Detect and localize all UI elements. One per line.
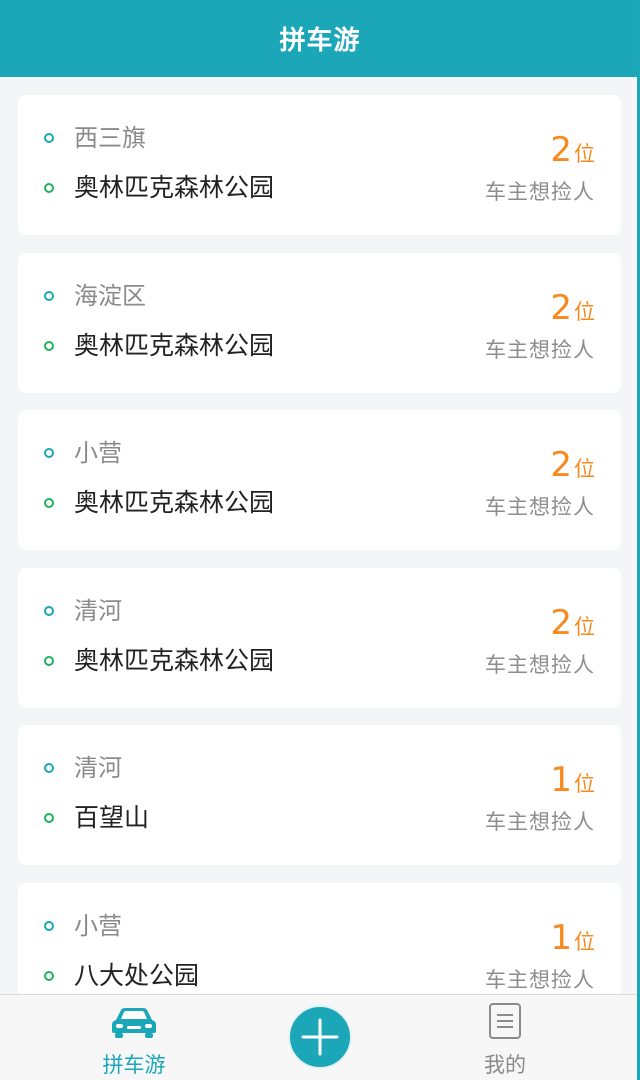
destination-row: 奥林匹克森林公园 — [44, 172, 274, 204]
seat-count: 1 位 — [550, 919, 595, 957]
origin-row: 西三旗 — [44, 123, 146, 153]
trip-note: 车主想捡人 — [485, 967, 595, 992]
tab-mine[interactable]: 我的 — [425, 995, 585, 1080]
trip-card[interactable]: 清河 奥林匹克森林公园 2 位 车主想捡人 — [18, 567, 621, 708]
destination-label: 奥林匹克森林公园 — [74, 330, 275, 360]
seat-count: 2 位 — [550, 131, 595, 169]
destination-row: 八大处公园 — [44, 960, 199, 992]
trip-card[interactable]: 小营 奥林匹克森林公园 2 位 车主想捡人 — [18, 410, 621, 550]
trip-note: 车主想捡人 — [485, 337, 595, 362]
seat-count: 2 位 — [550, 289, 595, 327]
seat-unit: 位 — [574, 929, 595, 954]
destination-label: 奥林匹克森林公园 — [74, 488, 275, 517]
destination-dot-icon — [44, 183, 54, 193]
seat-number: 2 — [550, 602, 572, 643]
destination-dot-icon — [44, 655, 54, 666]
destination-label: 奥林匹克森林公园 — [74, 645, 275, 675]
bottom-tab-bar: 拼车游 我的 — [0, 994, 640, 1080]
trip-note: 车主想捡人 — [485, 495, 595, 519]
trip-list[interactable]: 西三旗 奥林匹克森林公园 2 位 车主想捡人 海淀区 奥林匹克森林公园 2 位 … — [0, 77, 640, 994]
car-icon — [112, 1008, 156, 1038]
seat-count: 2 位 — [550, 604, 595, 642]
tab-carpool[interactable]: 拼车游 — [54, 995, 214, 1080]
document-icon — [489, 1003, 521, 1039]
seat-number: 2 — [550, 130, 572, 170]
trip-note: 车主想捡人 — [485, 652, 595, 677]
seat-count: 2 位 — [550, 446, 595, 484]
destination-dot-icon — [44, 970, 54, 981]
origin-label: 海淀区 — [74, 281, 146, 310]
origin-dot-icon — [44, 920, 54, 931]
origin-label: 西三旗 — [74, 124, 146, 152]
seat-unit: 位 — [574, 457, 595, 481]
origin-row: 小营 — [44, 438, 122, 468]
destination-label: 百望山 — [74, 803, 150, 832]
origin-label: 小营 — [74, 439, 122, 467]
page-title: 拼车游 — [279, 26, 361, 56]
origin-dot-icon — [44, 763, 54, 773]
tab-mine-label: 我的 — [484, 1053, 526, 1077]
destination-row: 奥林匹克森林公园 — [44, 645, 274, 677]
seat-unit: 位 — [574, 614, 595, 639]
destination-row: 奥林匹克森林公园 — [44, 487, 274, 519]
seat-number: 2 — [550, 445, 572, 485]
destination-label: 八大处公园 — [74, 960, 200, 990]
destination-row: 百望山 — [44, 802, 149, 834]
origin-dot-icon — [44, 290, 54, 301]
trip-note: 车主想捡人 — [485, 810, 595, 834]
origin-label: 清河 — [74, 596, 122, 625]
trip-note: 车主想捡人 — [485, 180, 595, 204]
destination-label: 奥林匹克森林公园 — [74, 173, 275, 202]
add-trip-button[interactable] — [288, 1005, 352, 1069]
seat-number: 1 — [550, 760, 572, 800]
origin-row: 小营 — [44, 911, 122, 941]
destination-dot-icon — [44, 498, 54, 508]
seat-number: 2 — [550, 287, 572, 328]
origin-label: 清河 — [74, 754, 122, 782]
destination-dot-icon — [44, 340, 54, 351]
trip-card[interactable]: 清河 百望山 1 位 车主想捡人 — [18, 725, 621, 865]
seat-unit: 位 — [574, 772, 595, 796]
seat-unit: 位 — [574, 142, 595, 166]
origin-dot-icon — [44, 605, 54, 616]
trip-card[interactable]: 海淀区 奥林匹克森林公园 2 位 车主想捡人 — [18, 252, 621, 393]
origin-dot-icon — [44, 448, 54, 458]
origin-row: 清河 — [44, 596, 122, 626]
trip-card[interactable]: 西三旗 奥林匹克森林公园 2 位 车主想捡人 — [18, 95, 621, 235]
origin-label: 小营 — [74, 911, 122, 940]
destination-dot-icon — [44, 813, 54, 823]
seat-unit: 位 — [574, 299, 595, 324]
destination-row: 奥林匹克森林公园 — [44, 330, 274, 362]
trip-card[interactable]: 小营 八大处公园 1 位 车主想捡人 — [18, 882, 621, 994]
tab-carpool-label: 拼车游 — [102, 1053, 166, 1077]
app-header: 拼车游 — [0, 0, 640, 77]
origin-row: 清河 — [44, 753, 122, 783]
seat-number: 1 — [550, 917, 572, 958]
plus-icon — [301, 1018, 339, 1056]
origin-dot-icon — [44, 133, 54, 143]
seat-count: 1 位 — [550, 761, 595, 799]
origin-row: 海淀区 — [44, 281, 146, 311]
